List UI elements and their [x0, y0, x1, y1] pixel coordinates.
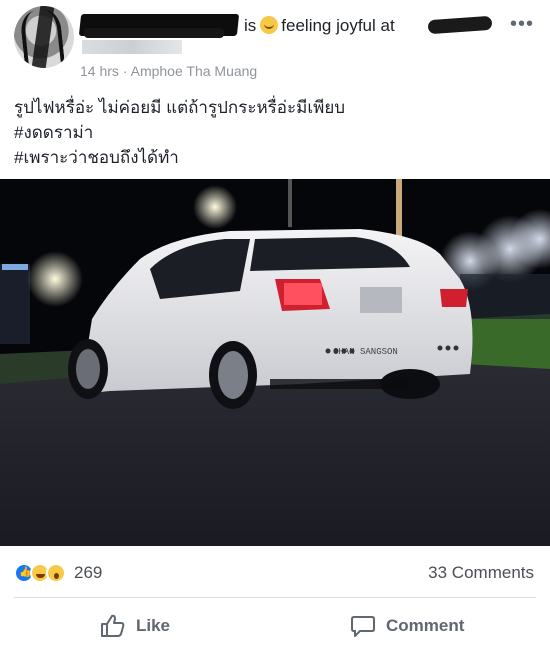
redacted-author-name-extra	[84, 28, 224, 38]
wow-reaction-icon	[46, 563, 66, 583]
smile-emoji-icon	[260, 16, 279, 34]
comment-button[interactable]: Comment	[350, 612, 464, 640]
car-photo: CHAN SANGSON	[0, 179, 550, 546]
post-body-line: รูปไฟหรื่อ่ะ ไม่ค่อยมี แต่ถ้ารูปกระหรื่อ…	[14, 98, 346, 117]
more-options-icon[interactable]: •••	[510, 14, 536, 38]
comment-button-label: Comment	[386, 616, 465, 635]
post-body: รูปไฟหรื่อ่ะ ไม่ค่อยมี แต่ถ้ารูปกระหรื่อ…	[14, 95, 534, 170]
profile-avatar[interactable]	[14, 6, 74, 68]
status-prefix: is	[244, 16, 257, 35]
like-button-label: Like	[136, 616, 171, 635]
post-header-status: is feeling joyful at	[244, 14, 395, 38]
feeling-text: feeling joyful at	[281, 16, 395, 35]
redacted-place-name[interactable]	[427, 15, 493, 35]
hashtag-link[interactable]: #เพราะว่าชอบถึงได้ทำ	[14, 145, 534, 170]
reaction-count: 269	[74, 563, 103, 582]
post-photo[interactable]: CHAN SANGSON	[0, 179, 550, 546]
post-time[interactable]: 14 hrs	[80, 63, 119, 79]
facebook-post: is feeling joyful at ••• 14 hrs · Amphoe …	[0, 0, 550, 645]
pixelated-redaction	[82, 40, 182, 54]
reactions-summary[interactable]: 269	[14, 561, 102, 585]
meta-separator: ·	[122, 63, 128, 79]
comments-count-link[interactable]: 33 Comments	[428, 563, 534, 583]
actions-divider	[14, 597, 536, 598]
speech-bubble-icon	[351, 616, 375, 637]
hashtag-link[interactable]: #งดดราม่า	[14, 120, 534, 145]
post-location[interactable]: Amphoe Tha Muang	[131, 63, 258, 79]
thumbs-up-icon	[101, 614, 125, 637]
like-button[interactable]: Like	[100, 612, 170, 640]
post-meta: 14 hrs · Amphoe Tha Muang	[80, 62, 257, 80]
